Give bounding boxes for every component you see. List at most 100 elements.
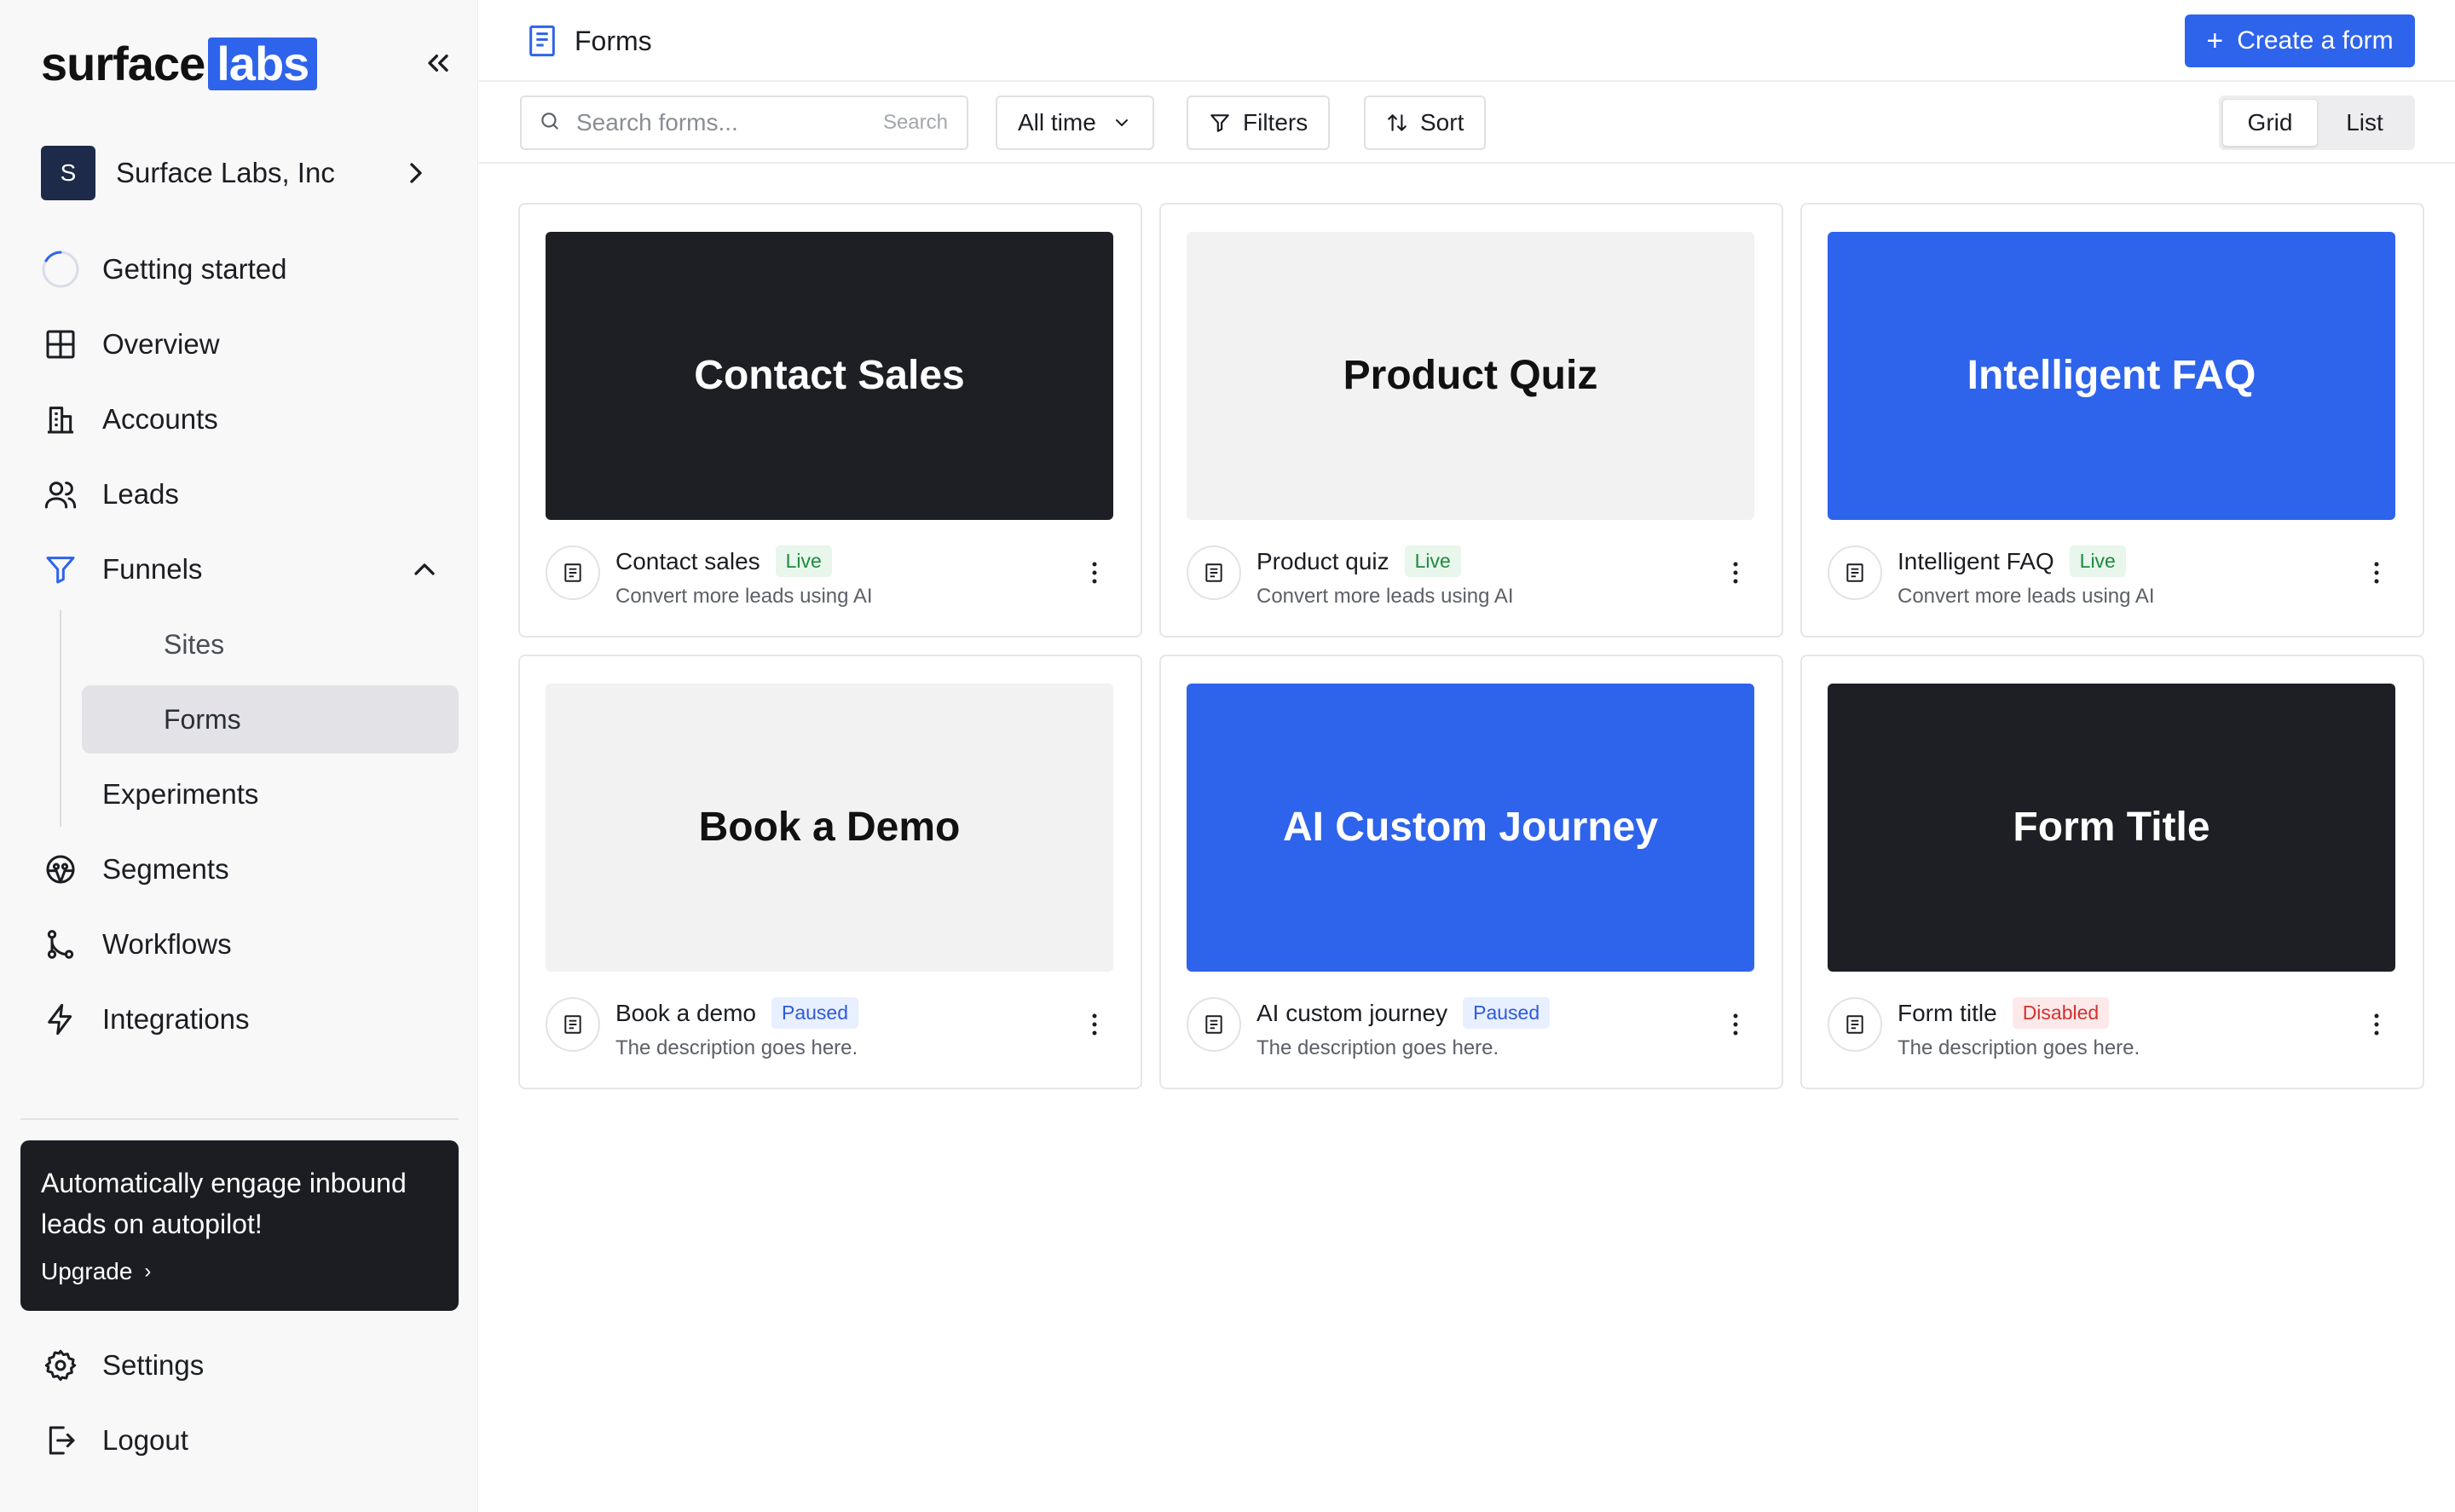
document-icon: [1828, 997, 1882, 1052]
nav-segments[interactable]: Segments: [41, 839, 459, 900]
nav-experiments[interactable]: Experiments: [82, 760, 459, 828]
form-description: Convert more leads using AI: [1898, 585, 2155, 608]
create-form-button[interactable]: + Create a form: [2185, 14, 2415, 67]
form-card[interactable]: Intelligent FAQ Intelligent FAQ Live Conv…: [1800, 203, 2424, 638]
progress-ring-icon: [41, 250, 80, 289]
grid-icon: [41, 325, 80, 364]
form-name[interactable]: Product quiz: [1256, 548, 1389, 575]
form-description: The description goes here.: [1256, 1036, 1499, 1059]
form-preview[interactable]: AI Custom Journey: [1187, 684, 1754, 972]
search-hint: Search: [882, 111, 948, 134]
view-list-button[interactable]: List: [2318, 99, 2412, 147]
filters-label: Filters: [1243, 109, 1308, 136]
page-header: Forms + Create a form: [479, 0, 2455, 82]
chevron-up-icon[interactable]: [407, 552, 442, 586]
upgrade-link[interactable]: Upgrade ›: [41, 1258, 438, 1285]
nav-integrations[interactable]: Integrations: [41, 989, 459, 1050]
nav-getting-started[interactable]: Getting started: [41, 239, 459, 300]
filter-icon: [1210, 114, 1229, 132]
form-card[interactable]: Contact Sales Contact sales Live Convert …: [518, 203, 1142, 638]
form-preview[interactable]: Book a Demo: [546, 684, 1113, 972]
form-card[interactable]: Product Quiz Product quiz Live Convert mo…: [1159, 203, 1783, 638]
nav-accounts[interactable]: Accounts: [41, 389, 459, 450]
form-name[interactable]: Intelligent FAQ: [1898, 548, 2054, 575]
promo-text: Automatically engage inbound leads on au…: [41, 1168, 407, 1239]
more-vertical-icon[interactable]: [1722, 559, 1749, 586]
view-grid-button[interactable]: Grid: [2222, 99, 2318, 147]
form-name[interactable]: Form title: [1898, 1000, 1997, 1027]
time-range-dropdown[interactable]: All time: [996, 95, 1154, 150]
sort-button[interactable]: Sort: [1364, 95, 1487, 150]
chevron-down-icon: [1115, 119, 1128, 126]
form-card[interactable]: AI Custom Journey AI custom journey Pause…: [1159, 655, 1783, 1089]
logo-badge: labs: [208, 37, 318, 90]
nav-label: Integrations: [102, 1003, 250, 1035]
more-vertical-icon[interactable]: [2363, 1011, 2390, 1038]
status-badge: Live: [1404, 545, 1461, 577]
nav-label: Overview: [102, 328, 220, 360]
brand-logo[interactable]: surface labs: [41, 36, 318, 91]
form-card[interactable]: Form Title Form title Disabled The descri…: [1800, 655, 2424, 1089]
nav-label: Settings: [102, 1349, 205, 1381]
collapse-sidebar-icon[interactable]: [421, 46, 455, 80]
logo-word: surface: [41, 37, 205, 90]
form-description: Convert more leads using AI: [1256, 585, 1514, 608]
segments-icon: [41, 850, 80, 889]
plus-icon: +: [2206, 24, 2224, 57]
nav-workflows[interactable]: Workflows: [41, 914, 459, 975]
search-input[interactable]: [576, 109, 866, 136]
sort-icon: [1388, 114, 1407, 131]
form-preview[interactable]: Product Quiz: [1187, 232, 1754, 520]
chevron-right-icon: ›: [144, 1260, 152, 1283]
search-icon: [539, 110, 561, 136]
status-badge: Live: [2069, 545, 2126, 577]
building-icon: [41, 400, 80, 439]
nav-funnels[interactable]: Funnels: [41, 539, 459, 600]
org-name: Surface Labs, Inc: [116, 157, 335, 188]
form-preview[interactable]: Intelligent FAQ: [1828, 232, 2395, 520]
nav-label: Accounts: [102, 403, 218, 435]
more-vertical-icon[interactable]: [2363, 559, 2390, 586]
form-card[interactable]: Book a Demo Book a demo Paused The descri…: [518, 655, 1142, 1089]
document-icon: [546, 545, 600, 600]
chevron-right-icon: [399, 156, 433, 190]
form-name[interactable]: AI custom journey: [1256, 1000, 1447, 1027]
document-icon: [1187, 997, 1241, 1052]
workflow-icon: [41, 925, 80, 964]
more-vertical-icon[interactable]: [1081, 1011, 1108, 1038]
more-vertical-icon[interactable]: [1722, 1011, 1749, 1038]
sort-label: Sort: [1420, 109, 1464, 136]
form-preview[interactable]: Form Title: [1828, 684, 2395, 972]
document-icon: [525, 24, 559, 58]
filters-button[interactable]: Filters: [1187, 95, 1331, 150]
org-switcher[interactable]: S Surface Labs, Inc: [41, 146, 433, 200]
document-icon: [546, 997, 600, 1052]
org-avatar: S: [41, 146, 95, 200]
gear-icon: [41, 1346, 80, 1385]
nav-overview[interactable]: Overview: [41, 314, 459, 375]
page-title: Forms: [575, 26, 652, 56]
create-form-label: Create a form: [2237, 26, 2394, 55]
nav-sites[interactable]: Sites: [82, 610, 459, 678]
nav-label: Getting started: [102, 253, 287, 285]
sidebar-divider: [20, 1118, 459, 1120]
status-badge: Paused: [1463, 997, 1551, 1029]
form-description: Convert more leads using AI: [615, 585, 873, 608]
form-description: The description goes here.: [615, 1036, 858, 1059]
status-badge: Live: [775, 545, 832, 577]
nav-settings[interactable]: Settings: [41, 1335, 459, 1396]
funnel-icon: [41, 550, 80, 589]
form-preview[interactable]: Contact Sales: [546, 232, 1113, 520]
nav-logout[interactable]: Logout: [41, 1410, 459, 1471]
upgrade-label: Upgrade: [41, 1258, 133, 1284]
nav-leads[interactable]: Leads: [41, 464, 459, 525]
form-name[interactable]: Contact sales: [615, 548, 760, 575]
status-badge: Paused: [771, 997, 859, 1029]
document-icon: [1828, 545, 1882, 600]
toolbar: Search All time Filters Sort Grid List: [479, 82, 2455, 164]
nav-label: Logout: [102, 1424, 188, 1456]
form-description: The description goes here.: [1898, 1036, 2140, 1059]
nav-forms[interactable]: Forms: [82, 685, 459, 753]
more-vertical-icon[interactable]: [1081, 559, 1108, 586]
form-name[interactable]: Book a demo: [615, 1000, 756, 1027]
